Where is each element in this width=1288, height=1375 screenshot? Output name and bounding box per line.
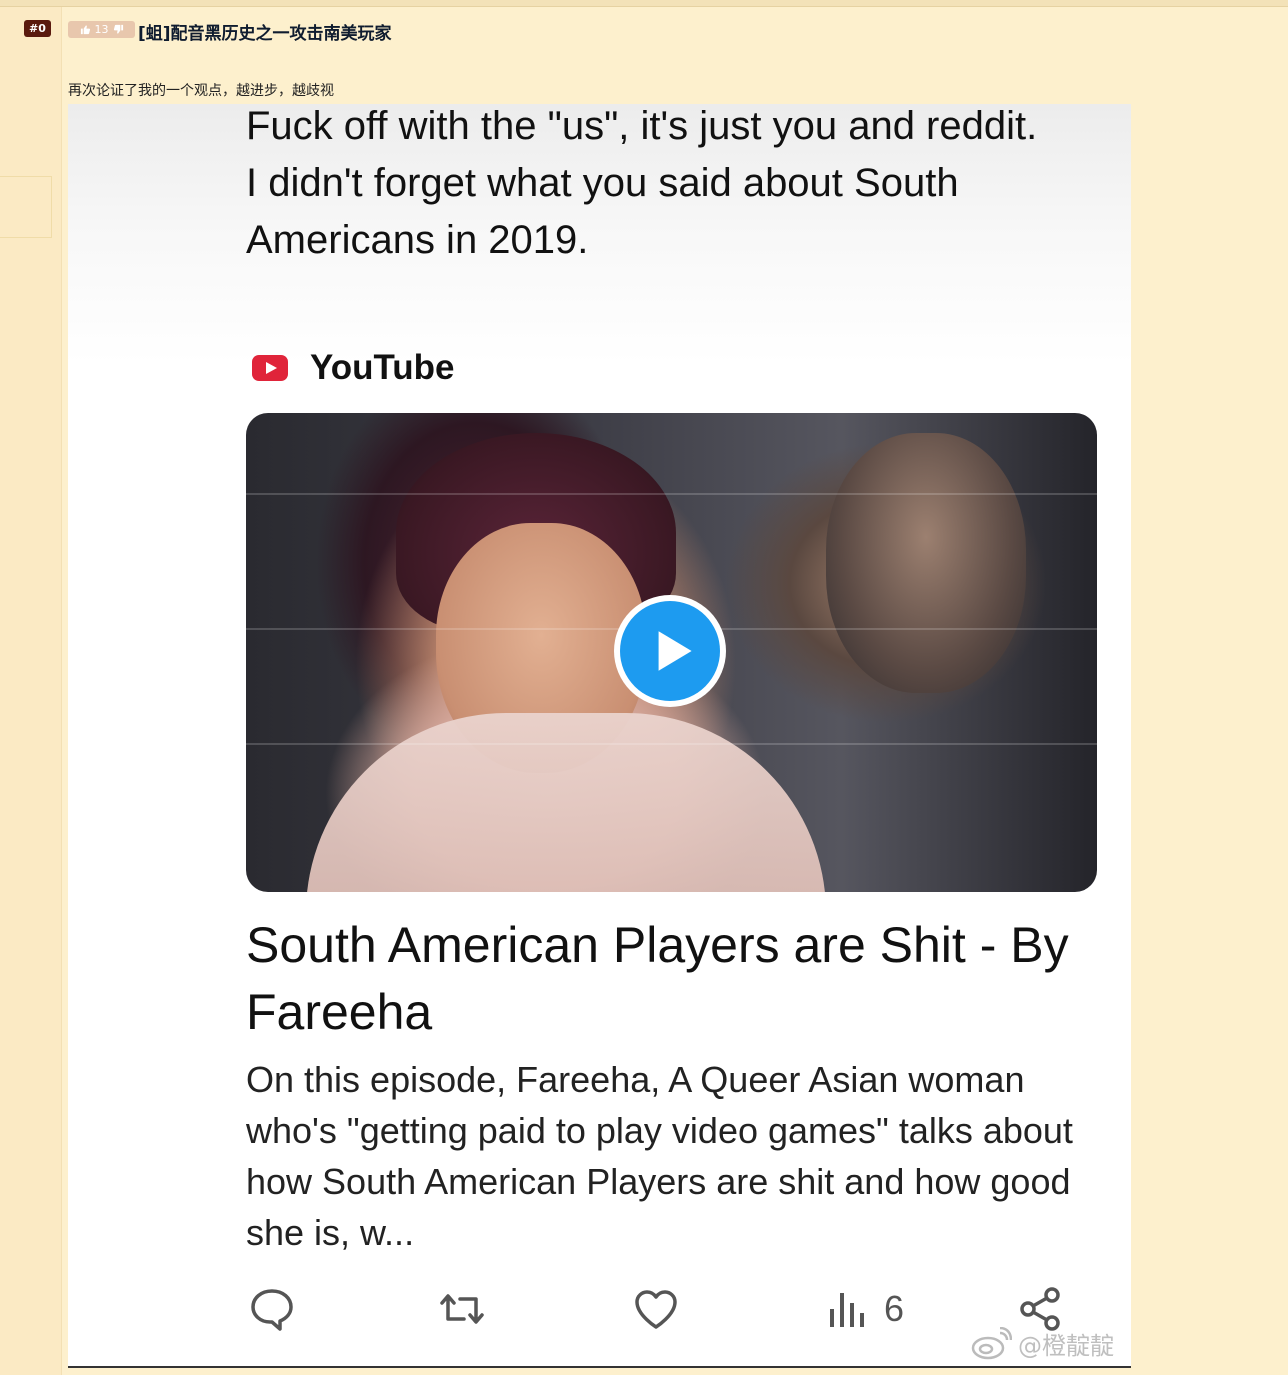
- play-icon: [658, 631, 692, 671]
- image-bottom-border: [68, 1366, 1131, 1368]
- vote-widget: 13: [68, 21, 135, 38]
- author-info-box: [0, 176, 52, 238]
- retweet-icon: [440, 1294, 484, 1324]
- weibo-icon: [971, 1326, 1012, 1359]
- background-person: [826, 433, 1026, 693]
- retweet-button[interactable]: [438, 1284, 486, 1334]
- views-button[interactable]: 6: [824, 1284, 904, 1334]
- top-border: [0, 0, 1288, 7]
- scanline: [246, 743, 1097, 745]
- weibo-watermark: @橙靛靛: [970, 1326, 1114, 1361]
- link-source: YouTube: [252, 348, 455, 388]
- link-card-title[interactable]: South American Players are Shit - By Far…: [246, 912, 1086, 1046]
- post-body: 再次论证了我的一个观点，越进步，越歧视: [68, 83, 334, 99]
- link-card-description: On this episode, Fareeha, A Queer Asian …: [246, 1059, 1073, 1253]
- embedded-tweet-screenshot: Fuck off with the "us", it's just you an…: [68, 104, 1131, 1366]
- video-thumbnail[interactable]: [246, 413, 1097, 892]
- heart-icon: [635, 1290, 677, 1329]
- tweet-text: Fuck off with the "us", it's just you an…: [246, 104, 1086, 269]
- thumbs-down-icon[interactable]: [113, 24, 124, 35]
- vote-count: 13: [94, 23, 109, 36]
- tweet-action-bar: 6: [246, 1284, 1066, 1334]
- scanline: [246, 493, 1097, 495]
- floor-badge: #0: [24, 20, 51, 37]
- like-button[interactable]: [632, 1284, 680, 1334]
- views-chart-icon: [830, 1293, 864, 1327]
- views-count: 6: [884, 1288, 905, 1329]
- tweet-text-content: Fuck off with the "us", it's just you an…: [246, 104, 1038, 262]
- play-button-inner: [620, 601, 720, 701]
- play-button[interactable]: [614, 595, 726, 707]
- thumbs-up-icon[interactable]: [80, 24, 91, 35]
- reply-button[interactable]: [248, 1284, 296, 1334]
- youtube-logo-icon: [252, 355, 288, 381]
- shirt-shape: [306, 713, 826, 892]
- link-source-name: YouTube: [310, 348, 455, 387]
- reply-icon: [251, 1289, 293, 1331]
- post-title[interactable]: [蛆]配音黑历史之一攻击南美玩家: [138, 19, 392, 44]
- watermark-text: @橙靛靛: [1018, 1332, 1114, 1360]
